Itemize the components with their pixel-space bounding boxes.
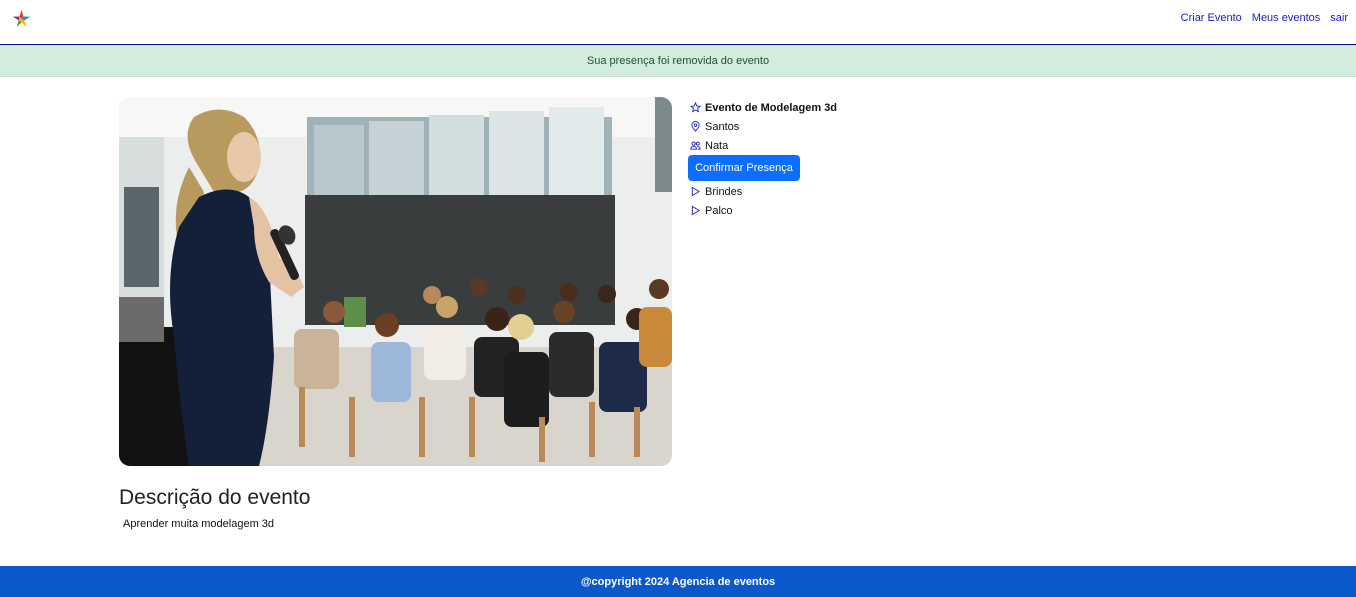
list-item: Palco [690,201,742,220]
event-info: Evento de Modelagem 3d Santos Nata Confi… [688,98,837,217]
event-location: Santos [705,120,740,133]
nav-link-criar-evento[interactable]: Criar Evento [1181,12,1242,24]
alert-message: Sua presença foi removida do evento [586,54,770,67]
play-triangle-icon [691,186,701,197]
location-pin-icon [691,121,700,132]
event-extras-list: Brindes Palco [690,182,742,220]
nav-link-meus-eventos[interactable]: Meus eventos [1252,12,1320,24]
event-title-row: Evento de Modelagem 3d [690,98,837,117]
event-organizer: Nata [705,139,729,152]
event-extra-brindes: Brindes [705,185,743,198]
confirm-attendance-button[interactable]: Confirmar Presença [688,155,800,181]
navbar: Criar Evento Meus eventos sair [0,0,1356,45]
logo-icon[interactable] [12,9,31,28]
footer: @copyright 2024 Agencia de eventos [0,566,1356,597]
event-title: Evento de Modelagem 3d [705,101,838,114]
list-item: Brindes [690,182,742,201]
success-alert: Sua presença foi removida do evento [0,45,1356,77]
footer-copyright: @copyright 2024 Agencia de eventos [580,575,776,588]
event-image [119,97,672,466]
event-extra-palco: Palco [705,204,733,217]
description-text: Aprender muita modelagem 3d [123,518,275,530]
play-triangle-icon [691,205,701,216]
star-icon [690,102,701,113]
event-photo-illustration [119,97,672,466]
event-organizer-row: Nata [690,136,837,155]
description-heading: Descrição do evento [119,486,311,509]
event-location-row: Santos [690,117,837,136]
nav-links: Criar Evento Meus eventos sair [1181,12,1356,24]
people-icon [690,141,701,150]
nav-link-sair[interactable]: sair [1330,12,1348,24]
